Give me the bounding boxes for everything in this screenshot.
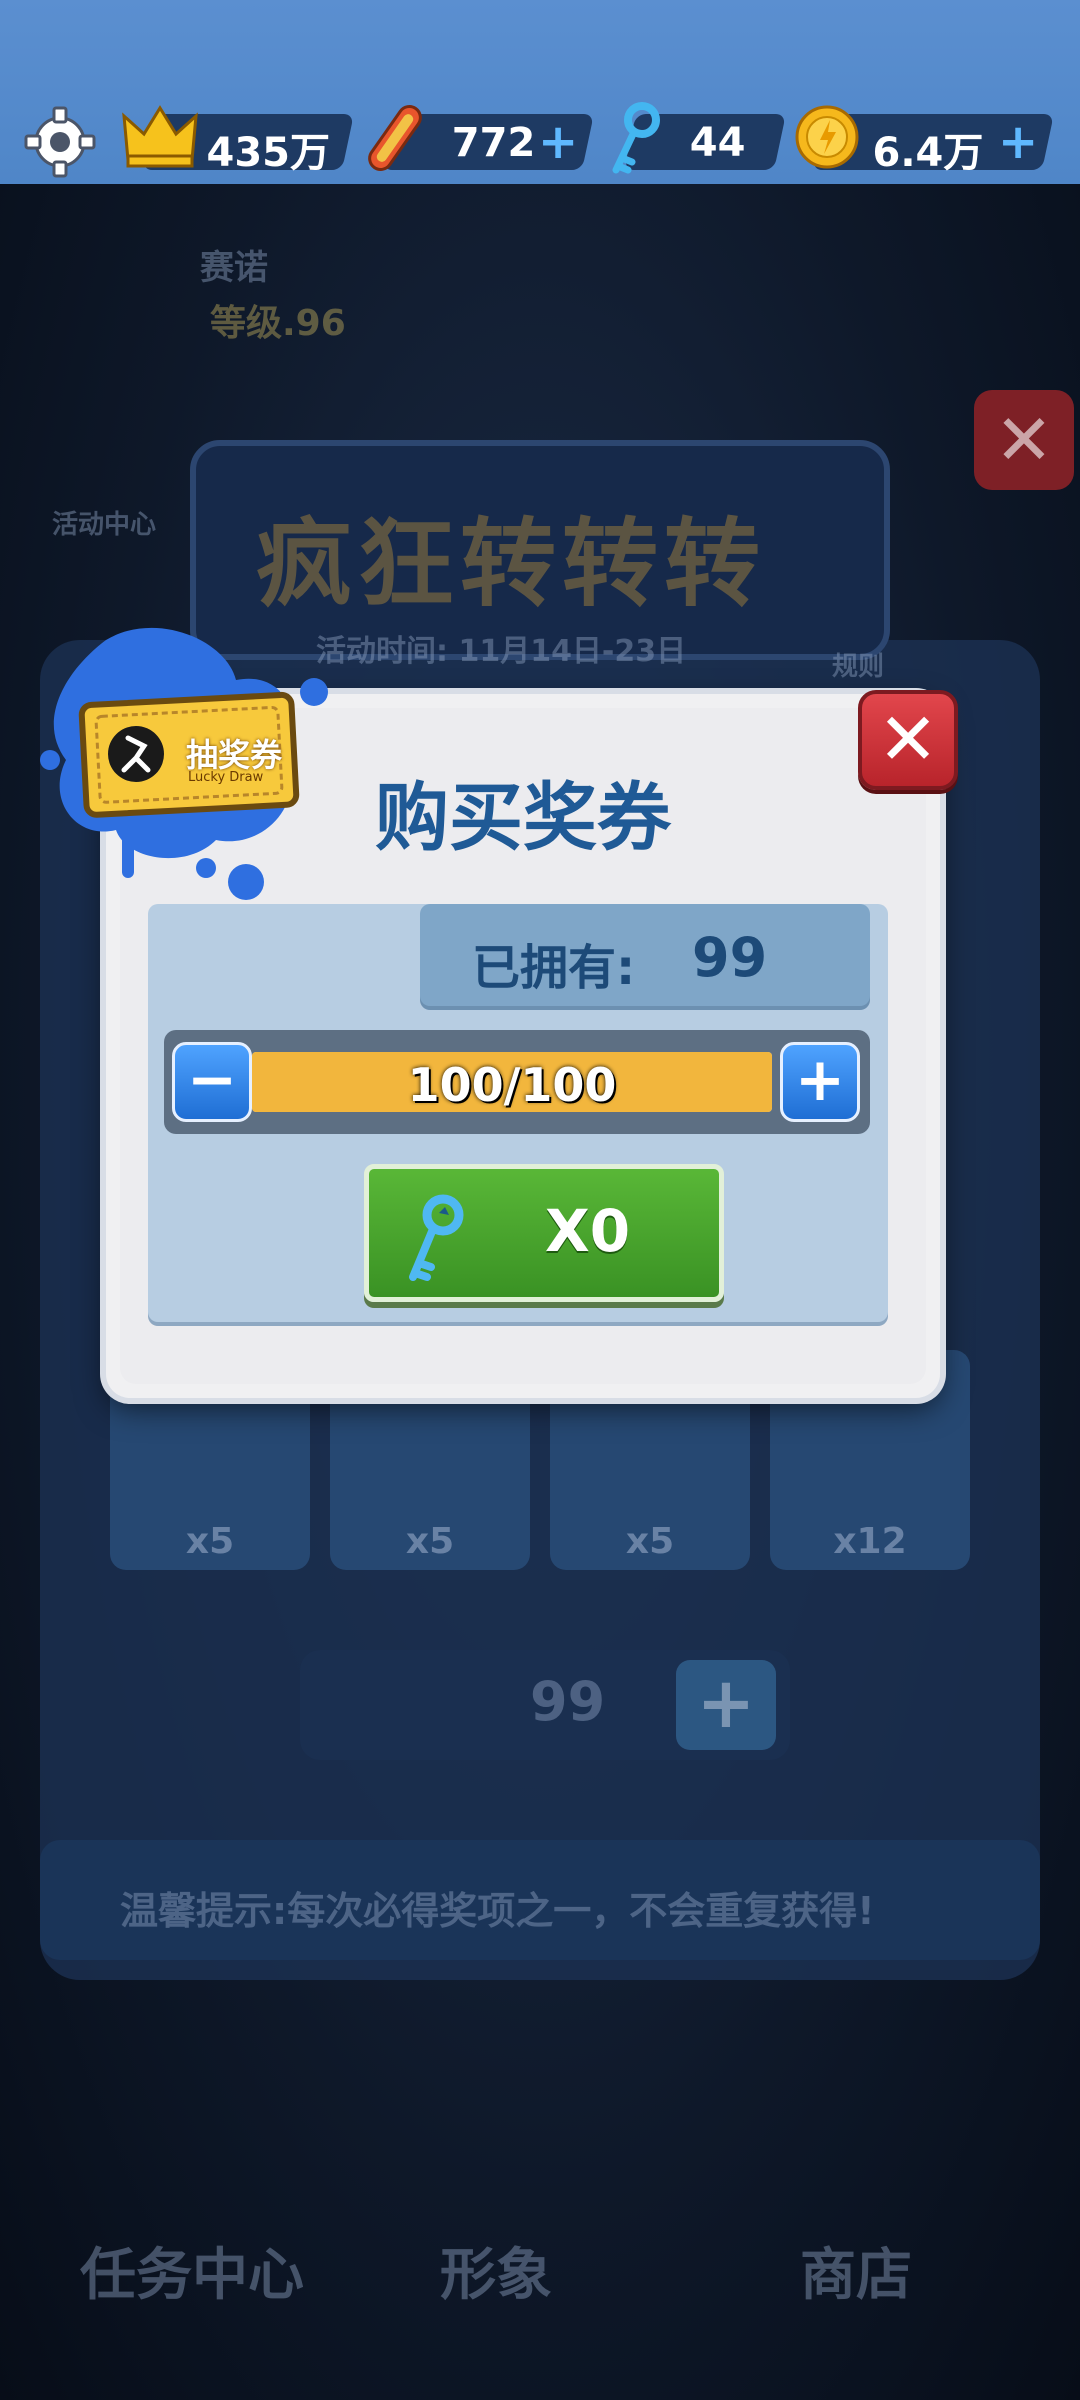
hoverboard-icon bbox=[368, 105, 422, 171]
owned-box: 已拥有: 99 bbox=[420, 904, 870, 1006]
ticket-counter: 99 + bbox=[300, 1650, 790, 1760]
event-title: 疯狂转转转 bbox=[256, 508, 766, 620]
increase-button[interactable]: + bbox=[780, 1042, 860, 1122]
slot-count: x5 bbox=[185, 1521, 235, 1562]
decrease-button[interactable]: − bbox=[172, 1042, 252, 1122]
quantity-value: 100/100 bbox=[407, 1058, 617, 1112]
crown-value: 435万 bbox=[206, 130, 331, 176]
slot-count: x5 bbox=[405, 1521, 455, 1562]
coin-value: 6.4万 bbox=[872, 130, 984, 176]
rules-button[interactable]: 规则 bbox=[832, 646, 884, 683]
add-ticket-button[interactable]: + bbox=[676, 1660, 776, 1750]
board-value: 772 bbox=[451, 120, 536, 166]
player-level: 等级.96 bbox=[210, 303, 346, 344]
gear-icon[interactable] bbox=[22, 104, 98, 180]
nav-avatar[interactable]: 形象 bbox=[440, 2230, 552, 2311]
player-name: 赛诺 bbox=[200, 248, 268, 288]
key-value: 44 bbox=[689, 120, 746, 166]
tip-text: 温馨提示:每次必得奖项之一，不会重复获得! bbox=[120, 1889, 875, 1933]
owned-value: 99 bbox=[692, 926, 768, 989]
owned-label: 已拥有: bbox=[472, 940, 636, 996]
add-coin-button[interactable]: + bbox=[998, 114, 1038, 170]
nav-task-center[interactable]: 任务中心 bbox=[80, 2230, 304, 2311]
buy-button[interactable]: X0 bbox=[364, 1164, 724, 1302]
nav-shop[interactable]: 商店 bbox=[800, 2230, 912, 2311]
add-board-button[interactable]: + bbox=[538, 114, 578, 170]
buy-price: X0 bbox=[545, 1197, 631, 1265]
coin-icon bbox=[795, 105, 859, 169]
event-center-label: 活动中心 bbox=[52, 510, 157, 540]
slot-count: x5 bbox=[625, 1521, 675, 1562]
bottom-nav: 任务中心 形象 商店 bbox=[0, 2080, 1080, 2400]
event-time: 活动时间: 11月14日-23日 bbox=[316, 634, 687, 669]
ticket-badge-sublabel: Lucky Draw bbox=[188, 770, 264, 785]
game-screen: 赛诺 等级.96 活动中心 疯狂转转转 活动时间: 11月14日-23日 规则 … bbox=[0, 0, 1080, 2400]
close-button[interactable]: ✕ bbox=[858, 690, 958, 790]
resource-bar: 435万 772 + 44 6.4万 + bbox=[0, 0, 1080, 184]
quantity-stepper: − 100/100 + bbox=[164, 1030, 870, 1134]
ticket-count: 99 bbox=[530, 1670, 606, 1733]
key-icon bbox=[409, 1194, 464, 1281]
key-icon bbox=[612, 102, 660, 174]
background-close-button[interactable]: ✕ bbox=[974, 390, 1074, 490]
quantity-slider[interactable]: 100/100 bbox=[252, 1052, 772, 1112]
crown-icon bbox=[122, 105, 198, 168]
tip-bar: 温馨提示:每次必得奖项之一，不会重复获得! bbox=[40, 1840, 1040, 1960]
slot-count: x12 bbox=[833, 1521, 907, 1562]
